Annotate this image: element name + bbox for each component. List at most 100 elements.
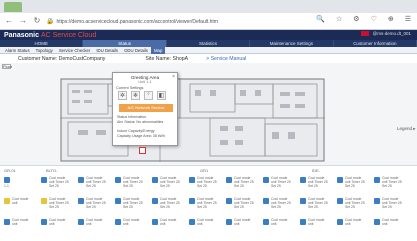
ac-unit-icon [189, 219, 195, 225]
app-header: Panasonic AC Service Cloud @ms-demo.dt_0… [0, 30, 417, 40]
ac-unit-icon [337, 219, 343, 225]
ac-unit-icon [78, 177, 84, 183]
unit-item[interactable]: Cool mode unit Timer 25 Set 25 [337, 197, 367, 214]
unit-item[interactable]: Cool mode unit Timer 25 Set 25 [41, 176, 71, 193]
unit-status-text: Cool mode unit Timer 25 Set 25 [49, 176, 69, 188]
unit-item[interactable]: Cool mode unit Timer 25 Set 25 [300, 197, 330, 214]
temperature-icon[interactable]: ° [144, 91, 153, 100]
unit-item[interactable]: 1-1 [4, 177, 34, 193]
unit-item[interactable]: Cool mode unit [374, 218, 404, 235]
unit-item[interactable]: Cool mode unit [115, 218, 145, 235]
unit-status-text: Cool mode unit Timer 25 Set 25 [382, 176, 402, 188]
unit-item[interactable]: Cool mode unit Timer 25 Set 25 [337, 176, 367, 193]
unit-item[interactable]: Cool mode unit [4, 197, 34, 214]
unit-status-text: Cool mode unit Timer 25 Set 25 [271, 176, 291, 188]
ac-unit-icon [115, 219, 121, 225]
cool-icon[interactable]: ❄ [131, 91, 140, 100]
ac-unit-icon [337, 198, 343, 204]
ac-unit-icon [4, 198, 10, 204]
product-name: AC Service Cloud [40, 31, 97, 39]
search-icon[interactable]: 🔍 [316, 15, 325, 23]
mode-icon[interactable]: ◧ [157, 91, 166, 100]
reload-icon[interactable]: ↻ [32, 16, 42, 26]
sub-nav-item[interactable]: ODU Details [121, 47, 151, 54]
unit-status-text: Cool mode unit Timer 25 Set 25 [86, 176, 106, 188]
unit-item[interactable]: Cool mode unit Timer 25 Set 25 [300, 176, 330, 193]
user-name[interactable]: @ms-demo.dt_001 [373, 31, 411, 36]
brand-logo[interactable]: Panasonic AC Service Cloud [4, 32, 96, 39]
unit-item[interactable]: Cool mode unit Timer 25 Set 25 [152, 197, 182, 214]
legend-button[interactable]: Legend ▸ [397, 126, 416, 132]
unit-item[interactable]: Cool mode unit [337, 218, 367, 235]
unit-item[interactable]: Cool mode unit Timer 25 Set 25 [152, 176, 182, 193]
popup-status-info: Status Information Alm Status: No abnorma… [117, 115, 163, 124]
popup-action-button[interactable]: A/C Network Service [119, 104, 173, 112]
unit-item[interactable]: Cool mode unit [226, 218, 256, 235]
popup-section-label: Current Settings [116, 86, 144, 90]
sub-nav-item[interactable]: Alarm Status [2, 47, 33, 54]
unit-item[interactable]: Cool mode unit Timer 25 Set 25 [41, 197, 71, 214]
unit-item[interactable]: Cool mode unit Timer 25 Set 25 [78, 197, 108, 214]
ac-unit-icon [337, 177, 343, 183]
extensions-icon[interactable]: ⊕ [388, 15, 394, 23]
unit-status-text: Cool mode unit Timer 25 Set 25 [86, 197, 106, 209]
sub-nav-item[interactable]: Map [150, 46, 166, 54]
unit-status-text: Cool mode unit Timer 25 Set 25 [49, 197, 69, 209]
ac-unit-icon [300, 198, 306, 204]
popup-energy-info: Indoor Capacity/Energy Capacity Usage Are… [117, 129, 165, 138]
ac-unit-icon [4, 177, 10, 183]
unit-item[interactable]: Cool mode unit [300, 218, 330, 235]
unit-item[interactable]: Cool mode unit Timer 25 Set 25 [374, 197, 404, 214]
floor-selector[interactable]: Floor [2, 64, 12, 69]
ac-unit-icon [263, 177, 269, 183]
address-bar[interactable]: 🔒 https://demo.acservicecloud.panasonic.… [46, 15, 346, 28]
unit-item[interactable]: Cool mode unit Timer 25 Set 25 [263, 176, 293, 193]
unit-item[interactable]: Cool mode unit [263, 218, 293, 235]
unit-status-text: Cool mode unit Timer 25 Set 25 [382, 197, 402, 209]
unit-item[interactable]: Cool mode unit Timer 25 Set 25 [374, 176, 404, 193]
ac-unit-icon [263, 219, 269, 225]
forward-icon[interactable]: → [18, 16, 28, 26]
unit-item[interactable]: Cool mode unit Timer 25 Set 25 [226, 176, 256, 193]
sub-nav-item[interactable]: Topology [33, 47, 56, 54]
favorites-icon[interactable]: ♡ [371, 15, 377, 23]
unit-item[interactable]: Cool mode unit [78, 218, 108, 235]
sub-nav-item[interactable]: Service Checker [56, 47, 94, 54]
ac-unit-icon [189, 177, 195, 183]
settings-icon[interactable]: ⚙ [353, 15, 359, 23]
unit-status-text: Cool mode unit [160, 218, 177, 226]
unit-status-text: Cool mode unit [234, 218, 251, 226]
ac-unit-icon [189, 198, 195, 204]
unit-item[interactable]: Cool mode unit Timer 25 Set 25 [78, 176, 108, 193]
unit-item[interactable]: Cool mode unit Timer 25 Set 25 [115, 197, 145, 214]
star-icon[interactable]: ☆ [336, 15, 342, 23]
unit-item[interactable]: Cool mode unit Timer 25 Set 25 [189, 176, 219, 193]
menu-icon[interactable]: ☰ [405, 15, 411, 23]
main-nav-item[interactable]: Maintenance Settings [250, 40, 334, 47]
service-manual-link[interactable]: > Service Manual [206, 56, 246, 62]
unit-item[interactable]: Cool mode unit Timer 25 Set 25 [263, 197, 293, 214]
unit-item[interactable]: Cool mode unit [41, 218, 71, 235]
unit-status-text: Cool mode unit Timer 25 Set 25 [308, 197, 328, 209]
user-area: @ms-demo.dt_001 [360, 31, 411, 36]
fan-icon[interactable]: ✲ [118, 91, 127, 100]
unit-item[interactable]: Cool mode unit [152, 218, 182, 235]
unit-status-text: Cool mode unit Timer 25 Set 25 [197, 197, 217, 209]
unit-item[interactable]: Cool mode unit [4, 218, 34, 235]
browser-tab[interactable] [4, 2, 22, 12]
main-nav-item[interactable]: Statistics [167, 40, 251, 47]
unit-item[interactable]: Cool mode unit [189, 218, 219, 235]
sub-nav-item[interactable]: IDU Details [93, 47, 121, 54]
lock-icon: 🔒 [46, 19, 54, 25]
ac-unit-icon [226, 219, 232, 225]
main-nav-item[interactable]: Customer Information [334, 40, 417, 47]
unit-item[interactable]: Cool mode unit Timer 25 Set 25 [115, 176, 145, 193]
back-icon[interactable]: ← [4, 16, 14, 26]
unit-item[interactable]: Cool mode unit Timer 25 Set 25 [189, 197, 219, 214]
unit-item[interactable]: Cool mode unit Timer 25 Set 25 [226, 197, 256, 214]
close-icon[interactable]: × [172, 74, 175, 80]
unit-name: 1-1 [4, 184, 9, 188]
selected-unit-marker[interactable] [139, 147, 146, 154]
ac-unit-icon [41, 198, 47, 204]
unit-status-text: Cool mode unit [345, 218, 362, 226]
